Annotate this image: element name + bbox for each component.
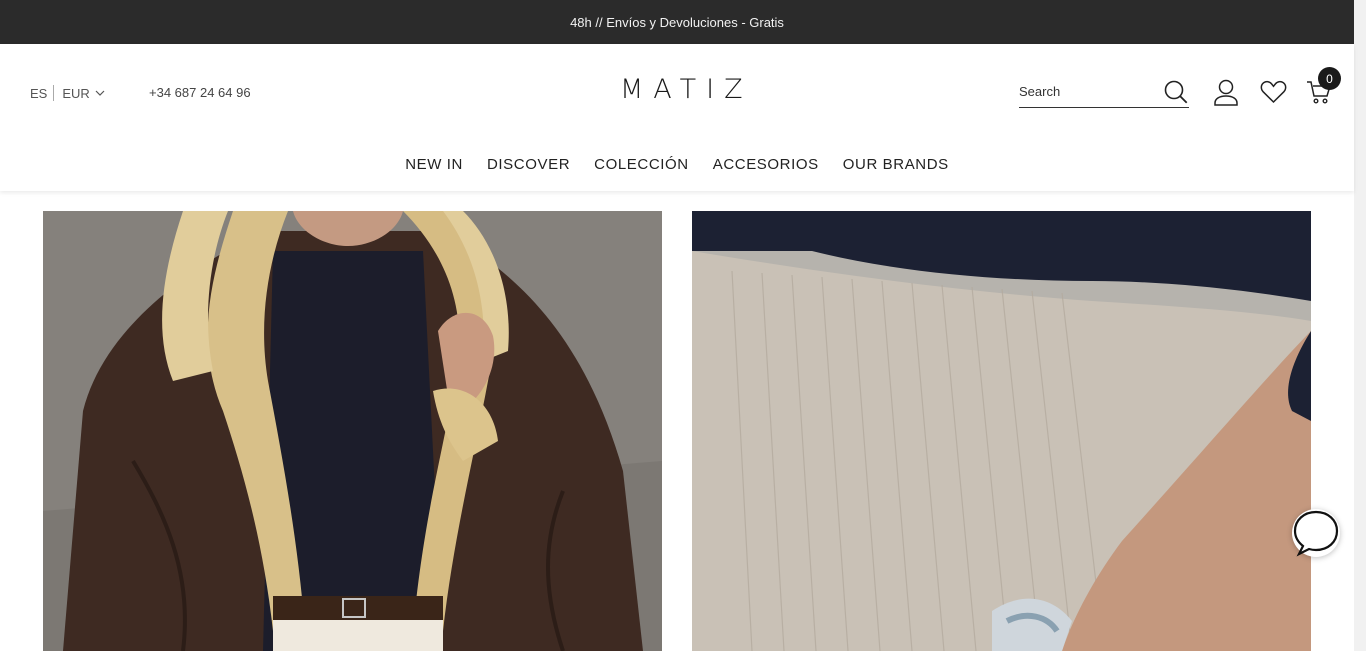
- wishlist-button[interactable]: [1258, 77, 1288, 107]
- chat-bubble-icon: [1293, 510, 1339, 557]
- nav-item-accesorios[interactable]: ACCESORIOS: [713, 156, 819, 173]
- page-scrollbar[interactable]: [1354, 0, 1366, 651]
- knit-sweater-bracelet-photo[interactable]: [692, 211, 1311, 651]
- site-header: ES EUR +34 687 24 64 96 MATIZ 0 NEW IN D…: [0, 44, 1354, 191]
- announcement-bar: 48h // Envíos y Devoluciones - Gratis: [0, 0, 1354, 44]
- currency-label: EUR: [62, 85, 90, 101]
- site-logo[interactable]: MATIZ: [620, 74, 753, 105]
- nav-item-new-in[interactable]: NEW IN: [405, 156, 463, 173]
- announcement-text: 48h // Envíos y Devoluciones - Gratis: [570, 14, 784, 30]
- search-box: [1019, 76, 1189, 108]
- shearling-jacket-photo[interactable]: [43, 211, 662, 651]
- nav-item-coleccion[interactable]: COLECCIÓN: [594, 156, 689, 173]
- currency-selector[interactable]: EUR: [62, 85, 105, 101]
- chevron-down-icon: [95, 90, 105, 96]
- account-button[interactable]: [1211, 77, 1241, 107]
- account-icon: [1214, 79, 1238, 106]
- divider: [53, 85, 55, 101]
- wishlist-heart-icon: [1260, 80, 1286, 104]
- search-icon[interactable]: [1163, 79, 1189, 110]
- language-selector[interactable]: ES: [30, 86, 47, 101]
- phone-link[interactable]: +34 687 24 64 96: [149, 85, 251, 100]
- nav-item-our-brands[interactable]: OUR BRANDS: [843, 156, 949, 173]
- main-nav: NEW IN DISCOVER COLECCIÓN ACCESORIOS OUR…: [0, 156, 1354, 173]
- cart-count-badge: 0: [1318, 67, 1341, 90]
- search-input[interactable]: [1019, 76, 1159, 106]
- nav-item-discover[interactable]: DISCOVER: [487, 156, 570, 173]
- locale-selector: ES EUR: [30, 85, 105, 101]
- chat-button[interactable]: [1292, 509, 1340, 557]
